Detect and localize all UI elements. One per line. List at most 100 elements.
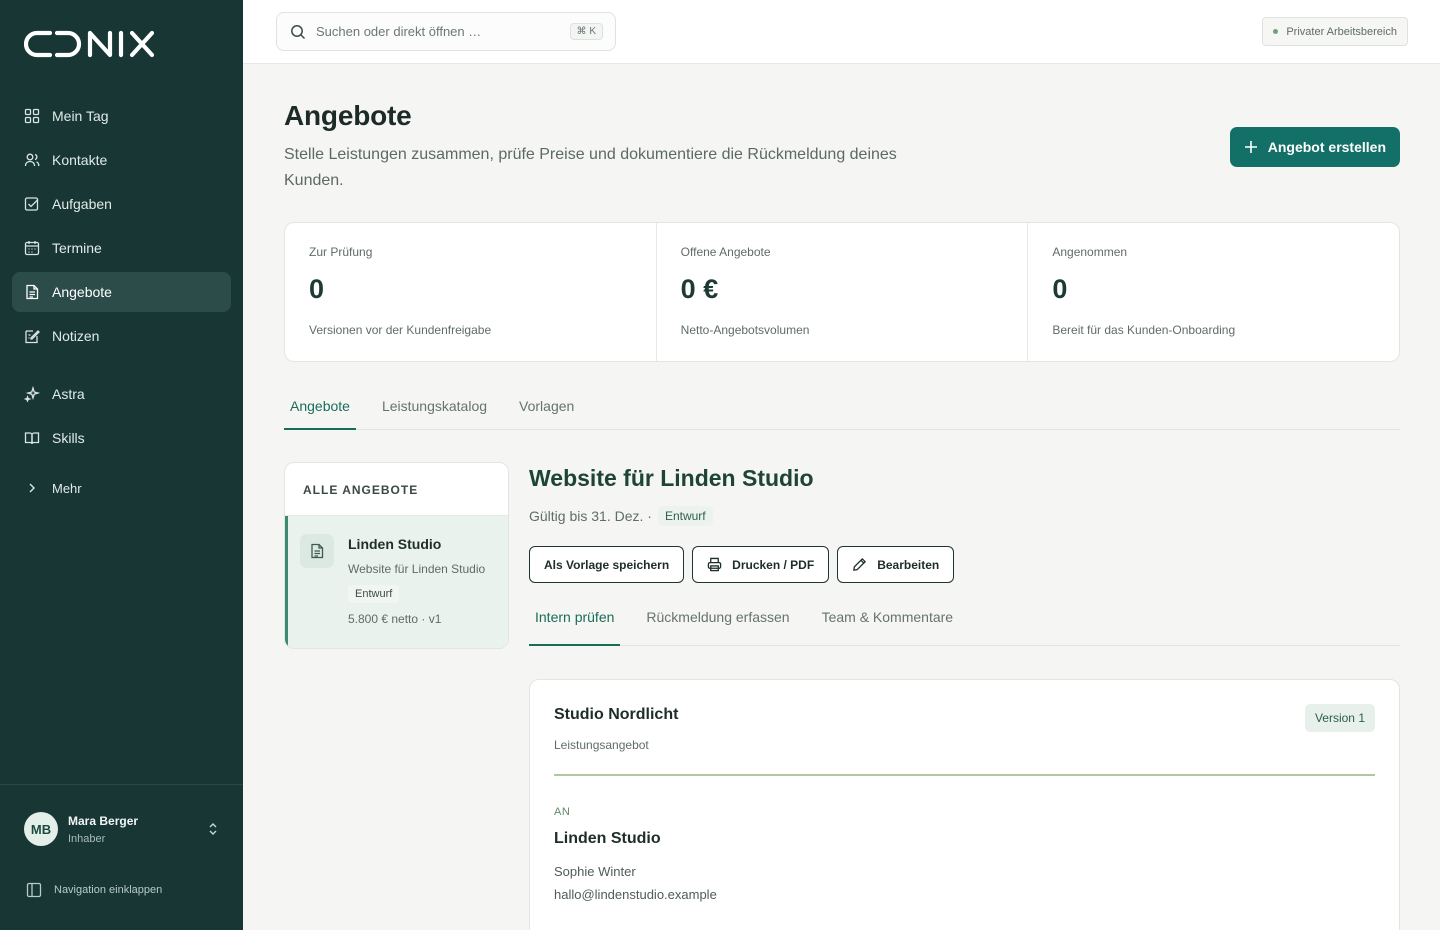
pencil-icon (852, 557, 867, 572)
calendar-icon (24, 240, 40, 256)
recipient-name: Linden Studio (554, 830, 661, 847)
stat-value: 0 (309, 274, 325, 304)
sidebar-item-label: Skills (52, 430, 85, 446)
nav-separator (12, 360, 231, 374)
tasks-icon (24, 196, 40, 212)
offer-doc-badge (300, 534, 334, 568)
list-item[interactable]: Linden Studio Website für Linden Studio … (285, 516, 508, 648)
offer-subtitle: Website für Linden Studio (348, 562, 486, 576)
sidebar: Mein Tag Kontakte Aufgaben Termine Angeb… (0, 0, 243, 930)
create-offer-label: Angebot erstellen (1267, 139, 1386, 155)
chevron-up-down-icon[interactable] (206, 822, 220, 836)
avatar: MB (24, 812, 58, 846)
sidebar-item-skills[interactable]: Skills (12, 418, 231, 458)
stat-label: Angenommen (1052, 245, 1128, 259)
offer-valid-until: Gültig bis 31. Dez. · (529, 508, 652, 524)
dashboard-icon (24, 108, 40, 124)
plus-icon (1244, 140, 1258, 154)
tab-intern-pruefen[interactable]: Intern prüfen (529, 609, 621, 646)
sidebar-divider (0, 784, 243, 785)
tab-team-kommentare[interactable]: Team & Kommentare (816, 609, 960, 646)
tab-vorlagen[interactable]: Vorlagen (513, 394, 580, 430)
sidebar-item-angebote[interactable]: Angebote (12, 272, 231, 312)
sidebar-item-label: Astra (52, 386, 85, 402)
sidebar-item-aufgaben[interactable]: Aufgaben (12, 184, 231, 224)
sidebar-item-label: Termine (52, 240, 102, 256)
main-tabs: Angebote Leistungskatalog Vorlagen (284, 394, 1400, 430)
search-icon (290, 24, 306, 40)
sidebar-item-label: Notizen (52, 328, 100, 344)
search-shortcut: ⌘ K (569, 23, 603, 40)
page-title: Angebote (284, 100, 412, 131)
notes-icon (24, 328, 40, 344)
search-box[interactable]: ⌘ K (276, 12, 616, 51)
workspace-label: Privater Arbeitsbereich (1286, 25, 1397, 38)
version-badge: Version 1 (1304, 704, 1375, 732)
user-menu[interactable]: MB Mara Berger Inhaber (24, 810, 220, 848)
recipient-contact: Sophie Winter (554, 864, 636, 879)
sidebar-item-astra[interactable]: Astra (12, 374, 231, 414)
search-input[interactable] (316, 24, 556, 39)
sidebar-item-termine[interactable]: Termine (12, 228, 231, 268)
save-as-template-label: Als Vorlage speichern (544, 557, 670, 572)
sidebar-panel-icon (26, 882, 42, 898)
save-as-template-button[interactable]: Als Vorlage speichern (529, 546, 685, 583)
sidebar-item-notizen[interactable]: Notizen (12, 316, 231, 356)
edit-button[interactable]: Bearbeiten (837, 546, 955, 583)
stat-value: 0 € (680, 274, 719, 304)
sidebar-item-label: Kontakte (52, 152, 108, 168)
print-pdf-button[interactable]: Drucken / PDF (692, 546, 830, 583)
detail-tabs: Intern prüfen Rückmeldung erfassen Team … (529, 609, 1400, 646)
edit-label: Bearbeiten (877, 557, 940, 572)
stat-value: 0 (1052, 274, 1068, 304)
create-offer-button[interactable]: Angebot erstellen (1229, 127, 1400, 167)
sidebar-more-label: Mehr (52, 480, 82, 496)
stats-panel: Zur Prüfung 0 Versionen vor der Kundenfr… (284, 222, 1400, 362)
print-pdf-label: Drucken / PDF (732, 557, 815, 572)
stat-label: Zur Prüfung (309, 245, 373, 259)
recipient-email: hallo@lindenstudio.example (554, 887, 717, 902)
workspace-switcher[interactable]: Privater Arbeitsbereich (1262, 17, 1408, 46)
collapse-navigation-button[interactable]: Navigation einklappen (26, 882, 162, 898)
contacts-icon (24, 152, 40, 168)
offer-client-name: Linden Studio (348, 536, 442, 552)
chevron-right-icon (26, 482, 38, 494)
divider (554, 774, 1375, 776)
printer-icon (707, 557, 722, 572)
offer-list-header: ALLE ANGEBOTE (285, 463, 508, 516)
status-badge: Entwurf (348, 585, 400, 603)
document-icon (24, 284, 40, 300)
tab-leistungskatalog[interactable]: Leistungskatalog (376, 394, 493, 430)
tab-angebote[interactable]: Angebote (284, 394, 356, 430)
sparkle-icon (24, 386, 40, 402)
sidebar-more-toggle[interactable]: Mehr (12, 468, 231, 508)
stat-note: Netto-Angebotsvolumen (680, 323, 810, 337)
stat-review: Zur Prüfung 0 Versionen vor der Kundenfr… (285, 223, 657, 361)
stat-label: Offene Angebote (680, 245, 771, 259)
offer-detail: Website für Linden Studio Gültig bis 31.… (529, 462, 1400, 930)
sidebar-item-label: Aufgaben (52, 196, 112, 212)
sidebar-nav: Mein Tag Kontakte Aufgaben Termine Angeb… (12, 96, 231, 508)
sender-company: Studio Nordlicht (554, 706, 679, 723)
status-badge: Entwurf (657, 506, 713, 526)
offer-preview-card: Studio Nordlicht Leistungsangebot Versio… (529, 679, 1400, 930)
conix-logo[interactable] (24, 28, 178, 60)
user-role: Inhaber (68, 832, 106, 845)
stat-accepted: Angenommen 0 Bereit für das Kunden-Onboa… (1028, 223, 1399, 361)
tab-rueckmeldung-erfassen[interactable]: Rückmeldung erfassen (640, 609, 795, 646)
collapse-label: Navigation einklappen (54, 884, 163, 896)
stat-note: Bereit für das Kunden-Onboarding (1052, 323, 1236, 337)
sidebar-item-kontakte[interactable]: Kontakte (12, 140, 231, 180)
document-icon (309, 543, 325, 559)
topbar: ⌘ K Privater Arbeitsbereich (243, 0, 1440, 64)
sidebar-item-label: Mein Tag (52, 108, 109, 124)
sidebar-item-label: Angebote (52, 284, 112, 300)
document-type: Leistungsangebot (554, 738, 649, 752)
recipient-label: AN (554, 806, 571, 818)
stat-open-offers: Offene Angebote 0 € Netto-Angebotsvolume… (657, 223, 1029, 361)
book-icon (24, 430, 40, 446)
user-name: Mara Berger (68, 813, 139, 828)
offer-meta: Gültig bis 31. Dez. · Entwurf (529, 506, 1400, 526)
sidebar-item-mein-tag[interactable]: Mein Tag (12, 96, 231, 136)
offer-title: Website für Linden Studio (529, 465, 814, 491)
